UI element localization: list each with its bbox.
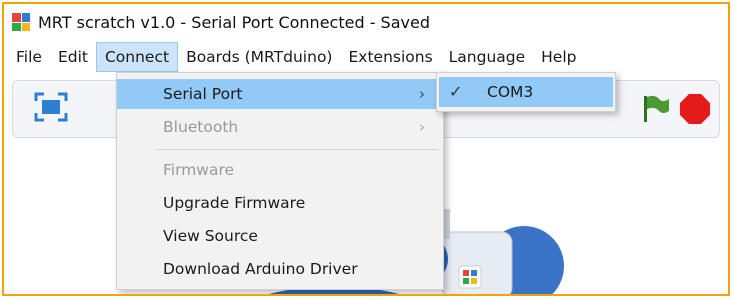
menu-edit[interactable]: Edit xyxy=(50,42,96,72)
menu-language[interactable]: Language xyxy=(441,42,534,72)
menu-boards[interactable]: Boards (MRTduino) xyxy=(178,42,340,72)
chevron-right-icon: › xyxy=(419,85,425,103)
window-title: MRT scratch v1.0 - Serial Port Connected… xyxy=(38,12,430,32)
menu-item-serial-port[interactable]: Serial Port › xyxy=(117,79,443,109)
connect-dropdown-menu: Serial Port › Bluetooth › Firmware Upgra… xyxy=(116,72,444,290)
menu-item-label: Serial Port xyxy=(163,85,243,103)
menu-connect[interactable]: Connect xyxy=(95,42,179,72)
menu-extensions[interactable]: Extensions xyxy=(340,42,440,72)
app-logo-icon xyxy=(12,13,30,31)
menu-item-upgrade-firmware[interactable]: Upgrade Firmware xyxy=(117,188,443,218)
menu-help[interactable]: Help xyxy=(533,42,584,72)
title-bar: MRT scratch v1.0 - Serial Port Connected… xyxy=(4,4,728,40)
fullscreen-icon[interactable] xyxy=(33,91,69,123)
menu-item-label: Download Arduino Driver xyxy=(163,260,358,278)
menu-item-label: COM3 xyxy=(487,83,534,101)
menu-item-label: Firmware xyxy=(163,161,235,179)
menu-item-label: Upgrade Firmware xyxy=(163,194,306,212)
serial-port-submenu: ✓ COM3 xyxy=(436,72,616,112)
menu-separator xyxy=(155,149,439,150)
menu-bar: File Edit Connect Boards (MRTduino) Exte… xyxy=(4,40,728,74)
chevron-right-icon: › xyxy=(419,118,425,136)
menu-item-view-source[interactable]: View Source xyxy=(117,221,443,251)
menu-item-label: View Source xyxy=(163,227,258,245)
menu-item-firmware: Firmware xyxy=(117,155,443,185)
menu-item-download-arduino-driver[interactable]: Download Arduino Driver xyxy=(117,254,443,284)
menu-item-label: Bluetooth xyxy=(163,118,239,136)
green-flag-icon[interactable] xyxy=(639,93,671,125)
menu-item-bluetooth: Bluetooth › xyxy=(117,112,443,142)
stop-sign-icon[interactable] xyxy=(679,93,711,125)
checkmark-icon: ✓ xyxy=(449,82,463,101)
app-window: MRT scratch v1.0 - Serial Port Connected… xyxy=(2,2,730,296)
menu-file[interactable]: File xyxy=(12,42,50,72)
menu-item-com3[interactable]: ✓ COM3 xyxy=(439,77,613,107)
